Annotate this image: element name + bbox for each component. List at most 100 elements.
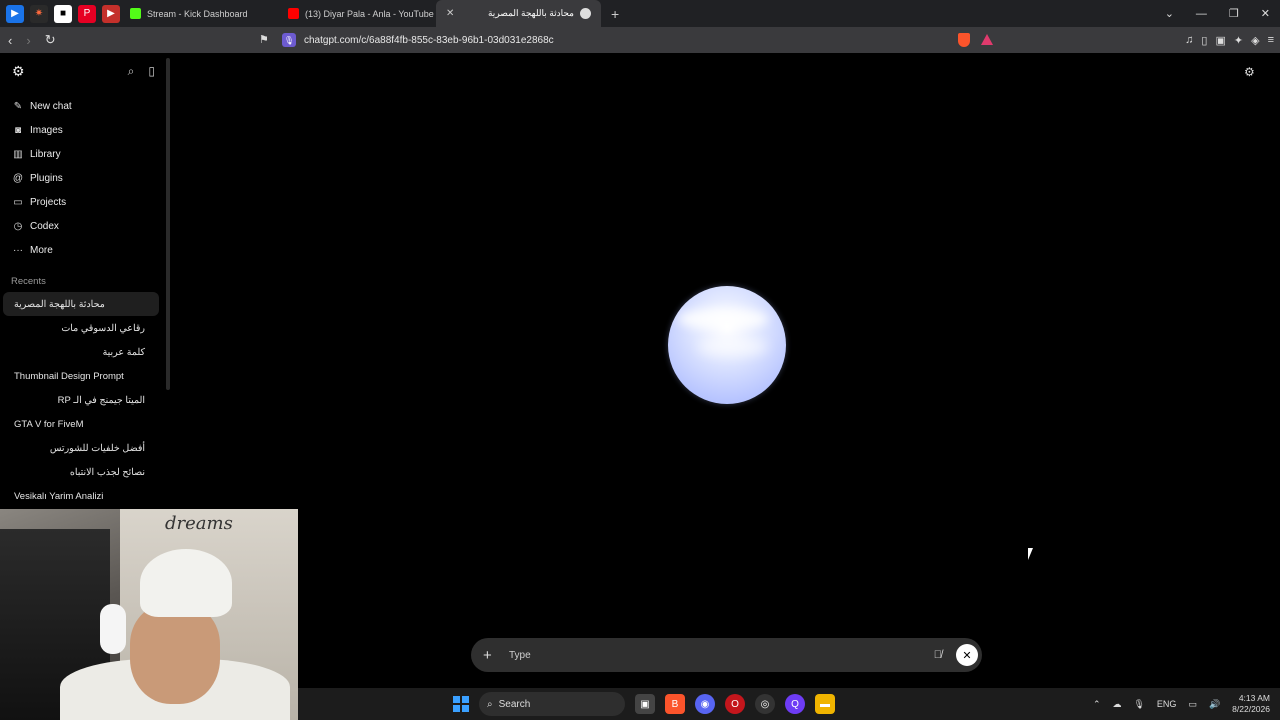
pinned-tab-2[interactable]: ✷	[30, 4, 48, 23]
sidebar-item-label: Library	[30, 148, 61, 160]
sidebar-collapse-icon[interactable]: ▯	[148, 64, 155, 79]
chat-sidebar: ⚙ ⌕ ▯ ✎ New chat ◙ Images ▥ Library @ Plugin…	[0, 53, 167, 508]
nav-buttons: ‹ › ↻	[0, 32, 56, 48]
discord-app-icon[interactable]: ◉	[695, 694, 715, 714]
search-icon[interactable]: ⌕	[128, 64, 135, 79]
pinned-tab-1[interactable]: ▶	[6, 4, 24, 23]
bookmark-icon[interactable]: ⚑	[259, 33, 269, 46]
end-voice-button[interactable]: ✕	[956, 644, 978, 666]
pinned-tab-3[interactable]: ■	[54, 4, 72, 23]
recent-chat[interactable]: الميتا جيمنج في الـ RP	[3, 388, 159, 412]
volume-icon[interactable]: 🔊	[1209, 699, 1220, 710]
sidebar-item-more[interactable]: ··· More	[0, 238, 167, 262]
message-input[interactable]	[509, 649, 934, 661]
media-icon[interactable]: ♫	[1185, 34, 1193, 46]
youtube-pinned-tab[interactable]: ▶	[102, 4, 120, 23]
sidebar-item-label: Codex	[30, 220, 59, 232]
new-tab-button[interactable]: +	[601, 6, 619, 22]
voice-orb	[668, 286, 786, 404]
taskbar-apps: ⌕ Search ▣ B ◉ O ◎ Q ▬	[453, 688, 835, 720]
reload-icon[interactable]: ↻	[45, 32, 56, 48]
url-text: chatgpt.com/c/6a88f4fb-855c-83eb-96b1-03…	[304, 34, 554, 46]
task-view-icon[interactable]: ▣	[635, 694, 655, 714]
mic-muted-icon[interactable]: 🎙̸	[934, 649, 942, 661]
sidebar-item-label: More	[30, 244, 53, 256]
sidebar-header: ⚙ ⌕ ▯	[0, 53, 167, 89]
brave-shields-icon[interactable]	[958, 33, 970, 47]
brave-app-icon[interactable]: B	[665, 694, 685, 714]
sidebar-item-images[interactable]: ◙ Images	[0, 118, 167, 142]
pinned-tabs: ▶ ✷ ■ P ▶	[0, 4, 120, 23]
plus-icon[interactable]: +	[483, 647, 499, 664]
recent-chat[interactable]: كلمة عربية	[3, 340, 159, 364]
clock-time: 4:13 AM	[1238, 693, 1270, 703]
tab-kick-dashboard[interactable]: Stream - Kick Dashboard	[120, 0, 278, 27]
webcam-overlay: dreams	[0, 509, 298, 720]
sidebar-item-codex[interactable]: ◷ Codex	[0, 214, 167, 238]
taskbar-search[interactable]: ⌕ Search	[479, 692, 625, 716]
mic-permission-icon[interactable]: 🎙	[282, 33, 296, 47]
clock-date: 8/22/2026	[1232, 704, 1270, 714]
image-icon: ◙	[14, 124, 22, 136]
clock[interactable]: 4:13 AM 8/22/2026	[1232, 693, 1270, 715]
codex-icon: ◷	[13, 220, 23, 232]
sidebar-item-projects[interactable]: ▭ Projects	[0, 190, 167, 214]
library-icon: ▥	[13, 148, 23, 160]
recent-chat[interactable]: GTA V for FiveM	[3, 412, 159, 436]
tab-chatgpt-active[interactable]: محادثة باللهجة المصرية ✕	[436, 0, 601, 27]
search-app-icon[interactable]: Q	[785, 694, 805, 714]
tab-search-icon[interactable]: ⌄	[1165, 7, 1174, 20]
tab-youtube[interactable]: (13) Diyar Pala - Anla - YouTube	[278, 0, 436, 27]
system-tray: ⌃ ☁ 🎙 ENG ▭ 🔊 4:13 AM 8/22/2026	[1093, 688, 1270, 720]
plugins-icon: @	[12, 172, 24, 184]
forward-icon[interactable]: ›	[26, 33, 30, 48]
recent-chat[interactable]: محادثة باللهجة المصرية	[3, 292, 159, 316]
sidebar-toggle-icon[interactable]: ▯	[1201, 34, 1207, 47]
voice-settings-icon[interactable]: ⚙	[1244, 65, 1255, 79]
recent-chat[interactable]: نصائح لجذب الانتباه	[3, 460, 159, 484]
wallet-icon[interactable]: ▣	[1215, 34, 1225, 47]
chatgpt-tab-icon	[580, 8, 591, 19]
folder-icon: ▭	[13, 196, 23, 208]
toolbar-extensions: ♫ ▯ ▣ ✦ ◈ ≡	[1185, 27, 1274, 53]
leo-ai-icon[interactable]: ✦	[1234, 34, 1243, 47]
recent-chat[interactable]: Thumbnail Design Prompt	[3, 364, 159, 388]
recents-heading: Recents	[11, 276, 46, 287]
sidebar-item-new-chat[interactable]: ✎ New chat	[0, 94, 167, 118]
minimize-icon[interactable]: —	[1196, 8, 1207, 20]
windows-start-icon[interactable]	[453, 696, 469, 712]
restore-icon[interactable]: ❐	[1229, 7, 1239, 20]
pinterest-tab[interactable]: P	[78, 4, 96, 23]
file-explorer-icon[interactable]: ▬	[815, 694, 835, 714]
brave-rewards-icon[interactable]	[981, 34, 993, 45]
microphone-icon[interactable]: 🎙	[1133, 699, 1144, 710]
sidebar-item-plugins[interactable]: @ Plugins	[0, 166, 167, 190]
close-window-icon[interactable]: ✕	[1261, 7, 1270, 20]
sidebar-menu: ✎ New chat ◙ Images ▥ Library @ Plugins ▭ Pro…	[0, 89, 167, 262]
sidebar-item-label: New chat	[30, 100, 72, 112]
url-field[interactable]: 🎙 chatgpt.com/c/6a88f4fb-855c-83eb-96b1-…	[282, 27, 554, 53]
onedrive-icon[interactable]: ☁	[1112, 699, 1121, 710]
browser-tab-bar: ▶ ✷ ■ P ▶ Stream - Kick Dashboard (13) D…	[0, 0, 1280, 27]
mouse-cursor	[1028, 548, 1033, 560]
edit-icon: ✎	[13, 100, 23, 112]
tray-expand-icon[interactable]: ⌃	[1093, 699, 1101, 710]
opera-app-icon[interactable]: O	[725, 694, 745, 714]
sidebar-scrollbar[interactable]	[166, 58, 170, 390]
recent-chat[interactable]: Vesikalı Yarim Analizi	[3, 484, 159, 508]
language-indicator[interactable]: ENG	[1157, 699, 1177, 709]
sidebar-item-library[interactable]: ▥ Library	[0, 142, 167, 166]
youtube-icon	[288, 8, 299, 19]
app-icon[interactable]: ◎	[755, 694, 775, 714]
network-icon[interactable]: ▭	[1188, 699, 1197, 710]
openai-logo-icon[interactable]: ⚙	[12, 63, 25, 80]
recent-chat[interactable]: رقاعي الدسوقي مات	[3, 316, 159, 340]
vpn-icon[interactable]: ◈	[1251, 34, 1259, 47]
recent-chat[interactable]: أفضل خلفيات للشورتس	[3, 436, 159, 460]
back-icon[interactable]: ‹	[8, 33, 12, 48]
tab-label: (13) Diyar Pala - Anla - YouTube	[305, 8, 434, 19]
sidebar-item-label: Plugins	[30, 172, 63, 184]
menu-icon[interactable]: ≡	[1268, 34, 1274, 46]
more-icon: ···	[13, 244, 23, 256]
close-tab-icon[interactable]: ✕	[446, 8, 454, 19]
